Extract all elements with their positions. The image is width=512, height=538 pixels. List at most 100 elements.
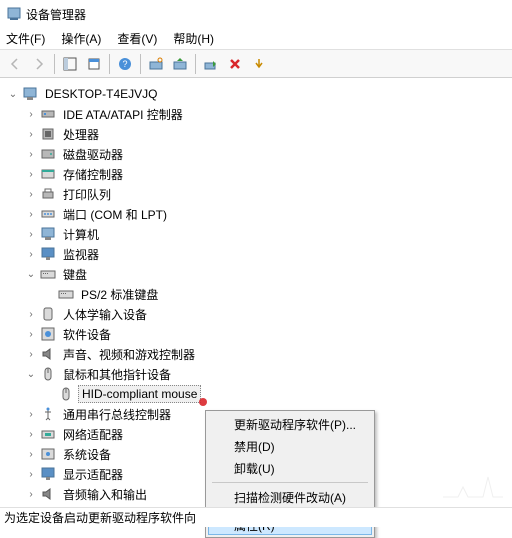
toolbar-sep	[140, 54, 141, 74]
tree-item[interactable]: › 声音、视频和游戏控制器	[2, 344, 512, 364]
tree-label[interactable]: 计算机	[60, 225, 102, 244]
computer-icon	[22, 86, 38, 102]
expand-icon[interactable]: ›	[24, 327, 38, 341]
menu-scan-hardware[interactable]: 扫描检测硬件改动(A)	[208, 486, 372, 508]
menu-file[interactable]: 文件(F)	[6, 30, 45, 47]
menu-help[interactable]: 帮助(H)	[173, 30, 214, 47]
tree-label[interactable]: 监视器	[60, 245, 102, 264]
mouse-icon	[40, 366, 56, 382]
expand-icon[interactable]: ›	[24, 207, 38, 221]
menu-uninstall[interactable]: 卸载(U)	[208, 457, 372, 479]
mouse-icon	[58, 386, 74, 402]
expand-icon[interactable]: ⌄	[24, 367, 38, 381]
hid-icon	[40, 306, 56, 322]
tree-label[interactable]: IDE ATA/ATAPI 控制器	[60, 105, 186, 124]
menu-bar: 文件(F) 操作(A) 查看(V) 帮助(H)	[0, 28, 512, 50]
tree-label[interactable]: 鼠标和其他指针设备	[60, 365, 174, 384]
tree-item[interactable]: › 磁盘驱动器	[2, 144, 512, 164]
network-icon	[40, 426, 56, 442]
expand-icon[interactable]: ⌄	[24, 267, 38, 281]
enable-button[interactable]	[200, 53, 222, 75]
tree-label[interactable]: 端口 (COM 和 LPT)	[60, 205, 170, 224]
keyboard-icon	[58, 286, 74, 302]
help-button[interactable]: ?	[114, 53, 136, 75]
tree-item[interactable]: › 计算机	[2, 224, 512, 244]
tree-item[interactable]: › 人体学输入设备	[2, 304, 512, 324]
tree-item[interactable]: › IDE ATA/ATAPI 控制器	[2, 104, 512, 124]
collapse-icon[interactable]: ⌄	[6, 87, 20, 101]
tree-label[interactable]: 存储控制器	[60, 165, 126, 184]
expand-icon[interactable]: ›	[24, 407, 38, 421]
tree-item[interactable]: PS/2 标准键盘	[2, 284, 512, 304]
tree-label[interactable]: 处理器	[60, 125, 102, 144]
disable-button[interactable]	[248, 53, 270, 75]
expand-icon[interactable]: ›	[24, 127, 38, 141]
status-bar: 为选定设备启动更新驱动程序软件向	[0, 507, 512, 527]
usb-icon	[40, 406, 56, 422]
tree-label[interactable]: 声音、视频和游戏控制器	[60, 345, 198, 364]
menu-view[interactable]: 查看(V)	[117, 30, 157, 47]
tree-label[interactable]: 通用串行总线控制器	[60, 405, 174, 424]
tree-label[interactable]: 系统设备	[60, 445, 114, 464]
root-label[interactable]: DESKTOP-T4EJVJQ	[42, 86, 160, 102]
storage-icon	[40, 166, 56, 182]
expand-icon[interactable]: ›	[24, 147, 38, 161]
tree-label[interactable]: 显示适配器	[60, 465, 126, 484]
expand-icon[interactable]: ›	[24, 447, 38, 461]
expand-icon[interactable]: ›	[24, 187, 38, 201]
tree-label[interactable]: 磁盘驱动器	[60, 145, 126, 164]
tree-item[interactable]: › 打印队列	[2, 184, 512, 204]
tree-item[interactable]: › 软件设备	[2, 324, 512, 344]
tree-item[interactable]: › 存储控制器	[2, 164, 512, 184]
menu-disable[interactable]: 禁用(D)	[208, 435, 372, 457]
expand-icon[interactable]: ›	[24, 487, 38, 501]
menu-action[interactable]: 操作(A)	[61, 30, 101, 47]
tree-item[interactable]: › 处理器	[2, 124, 512, 144]
tree-label[interactable]: PS/2 标准键盘	[78, 285, 161, 304]
expand-icon[interactable]: ›	[24, 427, 38, 441]
show-hide-tree-button[interactable]	[59, 53, 81, 75]
tree-item[interactable]: › 监视器	[2, 244, 512, 264]
port-icon	[40, 206, 56, 222]
expand-icon[interactable]: ›	[24, 227, 38, 241]
expand-icon[interactable]: ›	[24, 467, 38, 481]
keyboard-icon	[40, 266, 56, 282]
ide-icon	[40, 106, 56, 122]
tree-label[interactable]: 网络适配器	[60, 425, 126, 444]
app-icon	[6, 6, 22, 22]
expand-icon[interactable]: ›	[24, 347, 38, 361]
expand-icon[interactable]: ›	[24, 307, 38, 321]
computer-icon	[40, 226, 56, 242]
tree-label[interactable]: 键盘	[60, 265, 90, 284]
watermark	[438, 462, 508, 502]
tree-label[interactable]: 音频输入和输出	[60, 485, 150, 504]
audio-icon	[40, 346, 56, 362]
back-button	[4, 53, 26, 75]
tree-label[interactable]: 打印队列	[60, 185, 114, 204]
tree-item[interactable]: HID-compliant mouse	[2, 384, 512, 404]
tree-label[interactable]: 人体学输入设备	[60, 305, 150, 324]
properties-button[interactable]	[83, 53, 105, 75]
tree-label[interactable]: 软件设备	[60, 325, 114, 344]
disk-icon	[40, 146, 56, 162]
toolbar-sep	[195, 54, 196, 74]
software-icon	[40, 326, 56, 342]
expand-icon[interactable]: ›	[24, 107, 38, 121]
expand-icon[interactable]: ›	[24, 247, 38, 261]
tree-label[interactable]: HID-compliant mouse	[78, 385, 201, 403]
printer-icon	[40, 186, 56, 202]
update-driver-button[interactable]	[169, 53, 191, 75]
tree-item[interactable]: ⌄ 鼠标和其他指针设备	[2, 364, 512, 384]
monitor-icon	[40, 246, 56, 262]
uninstall-button[interactable]	[224, 53, 246, 75]
status-text: 为选定设备启动更新驱动程序软件向	[4, 509, 196, 526]
cpu-icon	[40, 126, 56, 142]
menu-update-driver[interactable]: 更新驱动程序软件(P)...	[208, 413, 372, 435]
scan-button[interactable]	[145, 53, 167, 75]
title-bar: 设备管理器	[0, 0, 512, 28]
toolbar-sep	[109, 54, 110, 74]
tree-item[interactable]: › 端口 (COM 和 LPT)	[2, 204, 512, 224]
tree-root[interactable]: ⌄ DESKTOP-T4EJVJQ	[2, 84, 512, 104]
expand-icon[interactable]: ›	[24, 167, 38, 181]
tree-item[interactable]: ⌄ 键盘	[2, 264, 512, 284]
